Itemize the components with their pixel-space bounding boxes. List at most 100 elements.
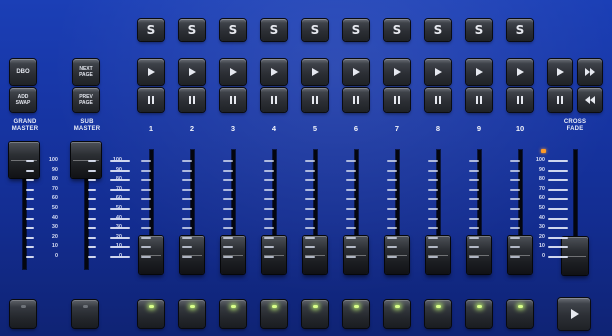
scale-label: 90 xyxy=(115,166,122,173)
dbo-button[interactable]: DBO xyxy=(10,59,36,85)
scale-label: 30 xyxy=(51,224,58,231)
flash-button[interactable] xyxy=(466,300,492,328)
play-button[interactable] xyxy=(220,59,246,85)
select-button[interactable]: S xyxy=(302,19,328,41)
scale-tick xyxy=(346,236,356,239)
cross-play-button[interactable] xyxy=(548,59,572,85)
select-label: S xyxy=(146,23,156,37)
scale-tick xyxy=(548,169,568,172)
flash-button[interactable] xyxy=(261,300,287,328)
pause-icon xyxy=(189,96,195,104)
select-button[interactable]: S xyxy=(384,19,410,41)
flash-button[interactable] xyxy=(138,300,164,328)
scale-tick xyxy=(223,236,233,239)
scale-label: 60 xyxy=(115,195,122,202)
flash-button[interactable] xyxy=(507,300,533,328)
select-button[interactable]: S xyxy=(466,19,492,41)
flash-led xyxy=(190,305,195,308)
flash-button[interactable] xyxy=(72,300,98,328)
playback-fader[interactable] xyxy=(426,236,450,274)
scale-label: 80 xyxy=(51,176,58,183)
playback-fader[interactable] xyxy=(180,236,204,274)
playback-number: 10 xyxy=(515,124,525,133)
scale-tick xyxy=(182,160,192,162)
flash-button[interactable] xyxy=(10,300,36,328)
playback-number: 1 xyxy=(148,124,154,133)
playback-fader[interactable] xyxy=(139,236,163,274)
scale-tick xyxy=(305,256,315,258)
pause-icon xyxy=(557,96,563,104)
lighting-console-panel: DBO ADD SWAP NEXT PAGE PREV PAGE GRAND M… xyxy=(0,0,612,336)
play-button[interactable] xyxy=(261,59,287,85)
scale-tick xyxy=(428,188,438,191)
pause-button[interactable] xyxy=(179,88,205,112)
dbo-label: DBO xyxy=(16,69,30,75)
pause-button[interactable] xyxy=(384,88,410,112)
play-button[interactable] xyxy=(507,59,533,85)
play-button[interactable] xyxy=(343,59,369,85)
flash-button[interactable] xyxy=(343,300,369,328)
scale-tick xyxy=(305,217,315,220)
prev-page-button[interactable]: PREV PAGE xyxy=(73,88,99,112)
pause-button[interactable] xyxy=(220,88,246,112)
flash-button[interactable] xyxy=(384,300,410,328)
select-button[interactable]: S xyxy=(261,19,287,41)
select-button[interactable]: S xyxy=(138,19,164,41)
cross-fast-forward-button[interactable] xyxy=(578,59,602,85)
playback-fader[interactable] xyxy=(508,236,532,274)
playback-fader[interactable] xyxy=(221,236,245,274)
scale-tick xyxy=(26,208,34,210)
scale-tick xyxy=(305,188,315,191)
scale-tick xyxy=(510,256,520,258)
scale-label: 10 xyxy=(51,243,58,250)
play-button[interactable] xyxy=(466,59,492,85)
select-button[interactable]: S xyxy=(425,19,451,41)
playback-fader[interactable] xyxy=(262,236,286,274)
select-button[interactable]: S xyxy=(220,19,246,41)
play-button[interactable] xyxy=(179,59,205,85)
scale-tick xyxy=(469,208,479,210)
flash-button[interactable] xyxy=(220,300,246,328)
flash-led xyxy=(21,305,26,308)
scale-label: 70 xyxy=(538,185,545,192)
playback-fader[interactable] xyxy=(303,236,327,274)
go-button[interactable] xyxy=(558,298,590,330)
grand-master-fader[interactable] xyxy=(9,142,39,178)
flash-button[interactable] xyxy=(179,300,205,328)
pause-button[interactable] xyxy=(261,88,287,112)
scale-label: 50 xyxy=(51,205,58,211)
pause-button[interactable] xyxy=(302,88,328,112)
cross-rewind-button[interactable] xyxy=(578,88,602,112)
pause-button[interactable] xyxy=(425,88,451,112)
playback-fader[interactable] xyxy=(467,236,491,274)
play-button[interactable] xyxy=(302,59,328,85)
pause-button[interactable] xyxy=(138,88,164,112)
pause-button[interactable] xyxy=(343,88,369,112)
select-button[interactable]: S xyxy=(343,19,369,41)
next-page-button[interactable]: NEXT PAGE xyxy=(73,59,99,85)
scale-tick xyxy=(548,188,568,191)
play-icon xyxy=(394,68,401,76)
play-button[interactable] xyxy=(425,59,451,85)
flash-led xyxy=(313,305,318,308)
flash-button[interactable] xyxy=(425,300,451,328)
select-button[interactable]: S xyxy=(507,19,533,41)
play-button[interactable] xyxy=(384,59,410,85)
pause-button[interactable] xyxy=(466,88,492,112)
select-button[interactable]: S xyxy=(179,19,205,41)
scale-tick xyxy=(264,208,274,210)
cross-pause-button[interactable] xyxy=(548,88,572,112)
add-swap-button[interactable]: ADD SWAP xyxy=(10,88,36,112)
playback-number: 8 xyxy=(435,124,441,133)
select-label: S xyxy=(310,23,320,37)
scale-tick xyxy=(182,256,192,258)
scale-tick xyxy=(26,188,34,191)
sub-master-fader[interactable] xyxy=(71,142,101,178)
scale-tick xyxy=(223,179,233,182)
playback-fader[interactable] xyxy=(385,236,409,274)
scale-tick xyxy=(510,217,520,220)
pause-button[interactable] xyxy=(507,88,533,112)
flash-button[interactable] xyxy=(302,300,328,328)
playback-fader[interactable] xyxy=(344,236,368,274)
play-button[interactable] xyxy=(138,59,164,85)
